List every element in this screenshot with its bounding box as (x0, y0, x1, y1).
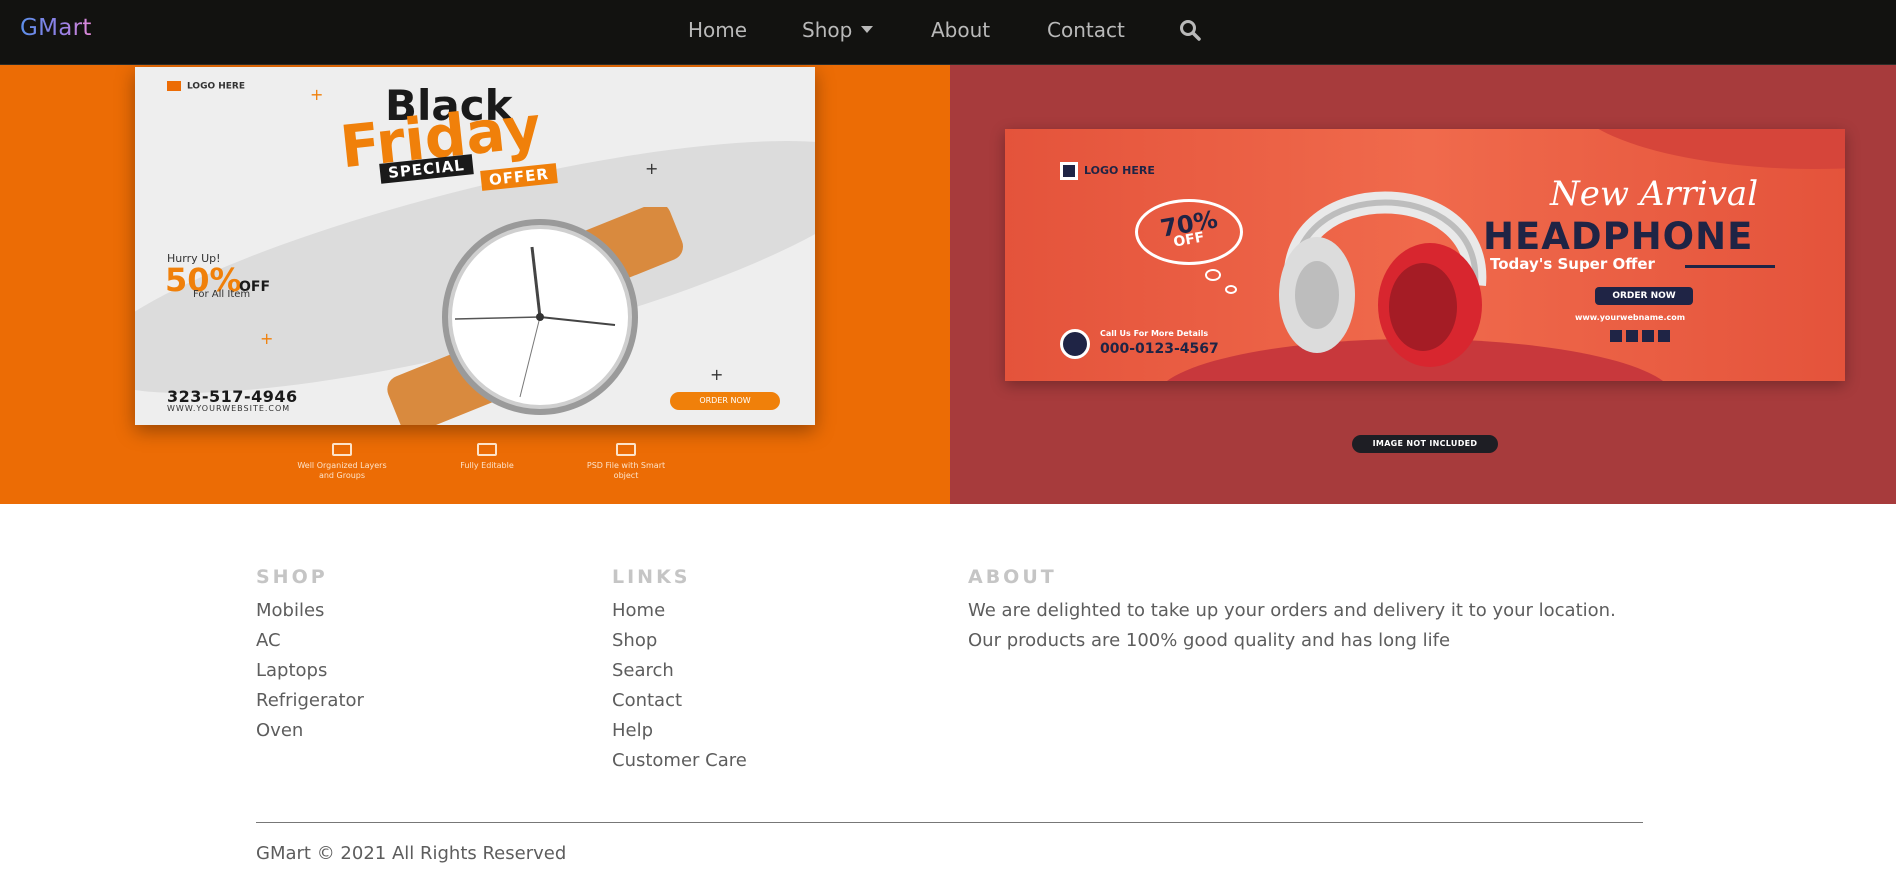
plus-icon: + (260, 329, 274, 348)
feature-editable: Fully Editable (437, 443, 537, 471)
footer-link[interactable]: Help (612, 716, 747, 746)
footer-shop-heading: SHOP (256, 566, 328, 588)
navbar: GMart Home Shop About Contact (0, 0, 1896, 65)
headphone-website: www.yourwebname.com (1575, 313, 1686, 322)
phone-icon (1060, 329, 1090, 359)
poster-logo: LOGO HERE (167, 81, 245, 92)
footer-about-column: ABOUT We are delighted to take up your o… (968, 566, 1668, 656)
nav-home-link[interactable]: Home (688, 18, 747, 42)
logo-square-icon (1060, 162, 1078, 180)
plus-icon: + (645, 159, 659, 178)
about-text-line: We are delighted to take up your orders … (968, 600, 1616, 621)
headphone-order-button: ORDER NOW (1595, 287, 1693, 305)
linkedin-icon (1642, 330, 1654, 342)
for-all-item: For All Item (193, 289, 251, 300)
footer-link[interactable]: Contact (612, 686, 747, 716)
folder-icon (616, 443, 636, 456)
feature-psd: PSD File with Smart object (576, 443, 676, 481)
discount-bubble: 70% OFF (1135, 199, 1243, 265)
super-offer-text: Today's Super Offer (1490, 255, 1655, 273)
headphone-title: HEADPHONE (1483, 215, 1754, 258)
social-icons (1610, 327, 1674, 346)
banner-curve (1565, 129, 1845, 169)
call-number: 000-0123-4567 (1100, 341, 1219, 357)
headphone-logo: LOGO HERE (1060, 162, 1155, 180)
search-icon[interactable] (1179, 19, 1201, 41)
nav-shop-dropdown[interactable]: Shop (802, 18, 874, 42)
nav-shop-label: Shop (802, 18, 853, 42)
brand-logo[interactable]: GMart (20, 15, 92, 41)
poster-order-button: ORDER NOW (670, 392, 780, 410)
black-friday-banner[interactable]: LOGO HERE + + + + Black Friday SPECIAL O… (0, 65, 950, 504)
about-text-line: Our products are 100% good quality and h… (968, 630, 1451, 651)
footer-link[interactable]: Customer Care (612, 746, 747, 776)
headphone-image (1279, 191, 1487, 367)
twitter-icon (1610, 330, 1622, 342)
bubble-dot (1205, 269, 1221, 281)
pinterest-icon (1626, 330, 1638, 342)
footer-shop-link[interactable]: AC (256, 626, 364, 656)
footer-link[interactable]: Search (612, 656, 747, 686)
caret-down-icon (861, 26, 874, 33)
nav-about-link[interactable]: About (931, 18, 990, 42)
bubble-dot (1225, 285, 1237, 294)
call-label: Call Us For More Details (1100, 329, 1209, 338)
footer-links-column: LINKS Home Shop Search Contact Help Cust… (612, 566, 747, 776)
footer-divider (256, 822, 1643, 823)
footer-links-heading: LINKS (612, 566, 691, 588)
feature-layers: Well Organized Layers and Groups (292, 443, 392, 481)
headphone-card: LOGO HERE 70% OFF Call Us For More Detai… (1005, 129, 1845, 381)
layers-icon (332, 443, 352, 456)
headphone-banner[interactable]: LOGO HERE 70% OFF Call Us For More Detai… (950, 65, 1896, 504)
cart-icon (167, 81, 181, 91)
plus-icon: + (310, 85, 324, 104)
new-arrival-text: New Arrival (1550, 174, 1759, 214)
decor-line (1685, 265, 1775, 268)
edit-icon (477, 443, 497, 456)
footer-shop-link[interactable]: Laptops (256, 656, 364, 686)
poster-website: WWW.YOURWEBSITE.COM (167, 404, 291, 413)
facebook-icon (1658, 330, 1670, 342)
footer-shop-column: SHOP Mobiles AC Laptops Refrigerator Ove… (256, 566, 364, 746)
image-not-included-badge: IMAGE NOT INCLUDED (1352, 435, 1498, 453)
footer-shop-link[interactable]: Mobiles (256, 596, 364, 626)
black-friday-poster: LOGO HERE + + + + Black Friday SPECIAL O… (135, 67, 815, 425)
footer-about-heading: ABOUT (968, 566, 1057, 588)
footer-link[interactable]: Home (612, 596, 747, 626)
nav-contact-link[interactable]: Contact (1047, 18, 1125, 42)
footer-shop-link[interactable]: Oven (256, 716, 364, 746)
footer-link[interactable]: Shop (612, 626, 747, 656)
copyright-text: GMart © 2021 All Rights Reserved (256, 843, 567, 864)
footer-shop-link[interactable]: Refrigerator (256, 686, 364, 716)
